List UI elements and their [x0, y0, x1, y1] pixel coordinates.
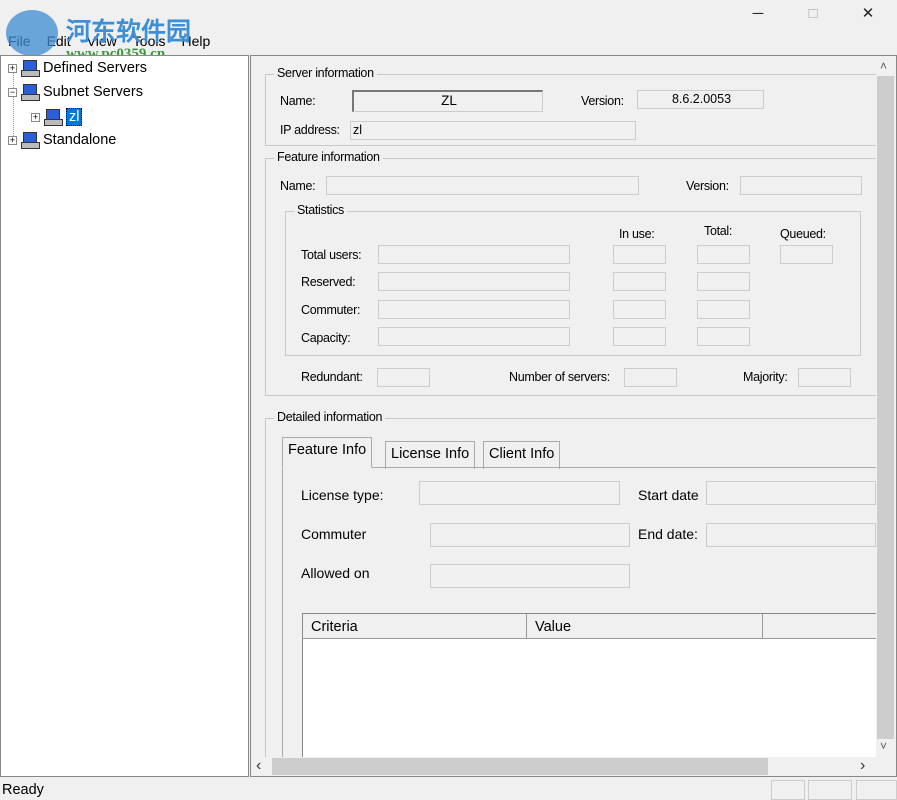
server-icon	[21, 60, 40, 77]
queued-header: Queued:	[780, 227, 826, 241]
stat-label: Total users:	[301, 248, 362, 262]
stat-label: Commuter:	[301, 303, 361, 317]
status-pane	[808, 780, 852, 800]
redundant-field	[377, 368, 430, 387]
number-of-servers-field	[624, 368, 677, 387]
expand-icon[interactable]: +	[8, 63, 17, 73]
column-header-value[interactable]: Value	[527, 614, 763, 639]
stat-field	[697, 327, 750, 346]
tree-label: Standalone	[43, 132, 117, 148]
total-header: Total:	[704, 224, 733, 238]
vertical-scroll-thumb[interactable]	[877, 76, 894, 739]
majority-label: Majority:	[743, 370, 788, 384]
end-date-label: End date:	[638, 526, 698, 542]
expand-icon[interactable]: +	[31, 112, 40, 122]
group-legend: Statistics	[294, 203, 348, 217]
statistics-group: Statistics	[285, 203, 861, 356]
minimize-button[interactable]: ─	[735, 2, 781, 28]
server-tree[interactable]: + Defined Servers − Subnet Servers + zl + St…	[0, 55, 249, 777]
ip-address-field: zl	[350, 121, 636, 140]
stat-field	[697, 272, 750, 291]
tab-feature-info[interactable]: Feature Info	[282, 437, 373, 468]
status-text: Ready	[2, 782, 44, 798]
group-legend: Feature information	[274, 150, 383, 164]
status-bar: Ready	[0, 778, 897, 800]
tree-item-subnet-servers[interactable]: − Subnet Servers	[8, 84, 143, 101]
feature-version-field	[740, 176, 862, 195]
column-header-criteria[interactable]: Criteria	[303, 614, 527, 639]
majority-field	[798, 368, 851, 387]
tab-license-info[interactable]: License Info	[385, 441, 476, 469]
feature-name-label: Name:	[280, 179, 316, 193]
stat-field	[697, 300, 750, 319]
tab-client-info[interactable]: Client Info	[483, 441, 561, 469]
commuter-label: Commuter	[301, 526, 367, 542]
vertical-scrollbar[interactable]: ˄ ˅	[876, 57, 895, 757]
stat-field	[697, 245, 750, 264]
scroll-down-icon[interactable]: ˅	[880, 739, 887, 753]
allowed-on-field	[430, 564, 630, 588]
status-pane	[771, 780, 805, 800]
stat-field	[378, 300, 570, 319]
license-type-field	[419, 481, 620, 505]
stat-label: Reserved:	[301, 275, 356, 289]
tree-label: zl	[66, 108, 83, 126]
in-use-header: In use:	[619, 227, 655, 241]
end-date-field	[706, 523, 876, 547]
group-legend: Detailed information	[274, 410, 386, 424]
commuter-field	[430, 523, 630, 547]
server-name-field: ZL	[352, 90, 543, 112]
scroll-left-icon[interactable]: ‹	[256, 757, 261, 775]
license-type-label: License type:	[301, 487, 384, 503]
stat-field	[613, 272, 666, 291]
number-of-servers-label: Number of servers:	[509, 370, 610, 384]
start-date-label: Start date	[638, 487, 699, 503]
close-button[interactable]: ✕	[845, 2, 891, 28]
ip-address-label: IP address:	[280, 123, 340, 137]
column-header-empty[interactable]	[763, 614, 877, 639]
stat-field	[378, 245, 570, 264]
horizontal-scrollbar[interactable]: ‹ ›	[251, 757, 876, 776]
scroll-right-icon[interactable]: ›	[860, 757, 865, 775]
tree-item-defined-servers[interactable]: + Defined Servers	[8, 60, 147, 77]
status-pane	[856, 780, 897, 800]
watermark-text: 河东软件园	[66, 17, 192, 46]
collapse-icon[interactable]: −	[8, 87, 17, 97]
tree-label: Subnet Servers	[43, 84, 143, 100]
watermark-logo-icon	[6, 10, 58, 56]
server-icon	[21, 84, 40, 101]
computer-icon	[44, 109, 63, 126]
stat-field	[378, 327, 570, 346]
stat-field	[613, 245, 666, 264]
maximize-button[interactable]: □	[790, 2, 836, 28]
criteria-table: Criteria Value	[302, 613, 877, 757]
stat-label: Capacity:	[301, 331, 351, 345]
server-version-field: 8.6.2.0053	[637, 90, 764, 109]
tree-item-zl[interactable]: + zl	[31, 108, 83, 126]
start-date-field	[706, 481, 876, 505]
redundant-label: Redundant:	[301, 370, 363, 384]
scroll-up-icon[interactable]: ˄	[880, 59, 887, 73]
version-label: Version:	[581, 94, 624, 108]
feature-version-label: Version:	[686, 179, 729, 193]
server-icon	[21, 132, 40, 149]
feature-name-field	[326, 176, 639, 195]
name-label: Name:	[280, 94, 316, 108]
allowed-on-label: Allowed on	[301, 565, 370, 581]
stat-field	[780, 245, 833, 264]
stat-field	[378, 272, 570, 291]
tree-item-standalone[interactable]: + Standalone	[8, 132, 117, 149]
horizontal-scroll-thumb[interactable]	[272, 758, 768, 775]
stat-field	[613, 300, 666, 319]
tree-label: Defined Servers	[43, 60, 147, 76]
stat-field	[613, 327, 666, 346]
group-legend: Server information	[274, 66, 377, 80]
expand-icon[interactable]: +	[8, 135, 17, 145]
